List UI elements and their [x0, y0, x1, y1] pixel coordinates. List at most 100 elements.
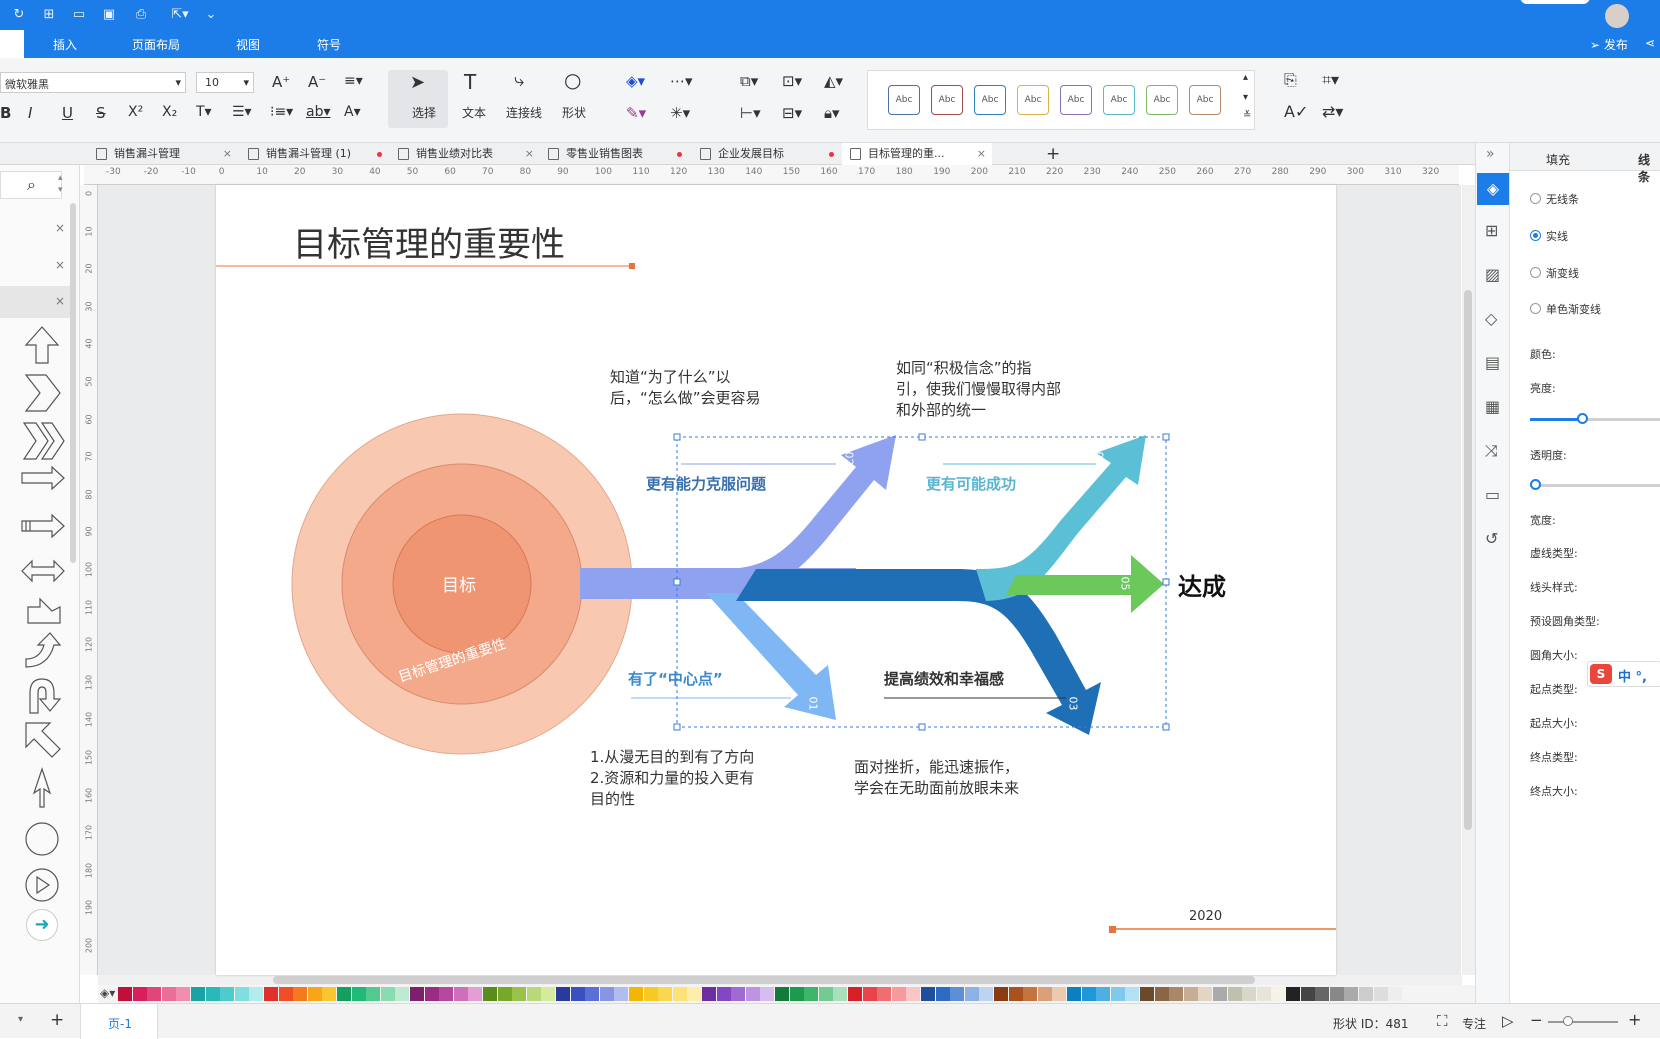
- color-swatch[interactable]: [1329, 987, 1344, 1001]
- color-swatch[interactable]: [132, 987, 147, 1001]
- color-swatch[interactable]: [176, 987, 191, 1001]
- note-3[interactable]: 1.从漫无目的到有了方向 2.资源和力量的投入更有 目的性: [590, 747, 754, 810]
- expand-right-icon[interactable]: »: [1486, 146, 1495, 162]
- color-swatch[interactable]: [1067, 987, 1081, 1001]
- color-swatch[interactable]: [556, 987, 570, 1001]
- center-label[interactable]: 目标: [442, 571, 476, 596]
- distribute-icon[interactable]: ⊟▾: [782, 104, 802, 122]
- data-icon[interactable]: ▦: [1485, 397, 1500, 416]
- color-swatch[interactable]: [1081, 987, 1096, 1001]
- file-tab-stub[interactable]: [0, 30, 24, 58]
- color-swatch[interactable]: [877, 987, 892, 1001]
- color-swatch[interactable]: [541, 987, 556, 1001]
- color-swatch[interactable]: [687, 987, 702, 1001]
- effects-icon[interactable]: ✳▾: [670, 104, 690, 122]
- close-icon[interactable]: ×: [55, 294, 65, 308]
- close-icon[interactable]: ×: [55, 221, 65, 235]
- color-swatch[interactable]: [249, 987, 264, 1001]
- library-item[interactable]: ×: [0, 213, 70, 245]
- color-swatch[interactable]: [453, 987, 468, 1001]
- year-label[interactable]: 2020: [1189, 909, 1222, 924]
- color-swatch[interactable]: [497, 987, 512, 1001]
- color-swatch[interactable]: [118, 987, 132, 1001]
- text-highlight-icon[interactable]: ab▾: [306, 104, 331, 120]
- shape-tool-label[interactable]: 形状: [562, 104, 586, 121]
- radio-mono-gradient[interactable]: [1530, 303, 1541, 314]
- goal-label[interactable]: 达成: [1178, 567, 1226, 602]
- color-swatch[interactable]: [804, 987, 819, 1001]
- find-replace-icon[interactable]: ⎘: [1284, 70, 1297, 90]
- color-swatch[interactable]: [1286, 987, 1300, 1001]
- color-swatch[interactable]: [278, 987, 293, 1001]
- text-tool-icon[interactable]: T: [464, 70, 476, 94]
- add-page-icon[interactable]: +: [50, 1010, 64, 1030]
- color-swatch[interactable]: [1359, 987, 1373, 1001]
- grid-icon[interactable]: ⊞: [1485, 221, 1498, 240]
- style-preset-5[interactable]: Abc: [1060, 85, 1092, 115]
- color-swatch[interactable]: [935, 987, 950, 1001]
- connector-icon[interactable]: ⤷: [514, 70, 524, 91]
- page-icon[interactable]: ▤: [1485, 353, 1500, 372]
- transparency-knob[interactable]: [1530, 479, 1541, 490]
- page-menu-icon[interactable]: ▾: [18, 1014, 23, 1025]
- color-swatch[interactable]: [585, 987, 600, 1001]
- color-swatch[interactable]: [483, 987, 497, 1001]
- color-swatch[interactable]: [1052, 987, 1067, 1001]
- radio-solid[interactable]: [1530, 230, 1541, 241]
- library-item[interactable]: ×: [0, 250, 70, 282]
- text-case-icon[interactable]: T▾: [196, 104, 212, 120]
- menu-symbol[interactable]: 符号: [317, 36, 341, 53]
- color-swatch[interactable]: [672, 987, 687, 1001]
- zoom-in-icon[interactable]: +: [1628, 1010, 1641, 1029]
- color-swatch[interactable]: [833, 987, 848, 1001]
- color-swatch[interactable]: [658, 987, 673, 1001]
- gallery-more-icon[interactable]: ≚: [1243, 110, 1251, 121]
- color-swatch[interactable]: [1008, 987, 1023, 1001]
- color-swatch[interactable]: [1023, 987, 1038, 1001]
- radio-no-line[interactable]: [1530, 193, 1541, 204]
- page-tab[interactable]: 页-1: [80, 1004, 158, 1039]
- color-swatch[interactable]: [891, 987, 906, 1001]
- font-color-icon[interactable]: A▾: [344, 104, 361, 120]
- zoom-knob[interactable]: [1563, 1016, 1573, 1026]
- color-swatch[interactable]: [1242, 987, 1257, 1001]
- color-swatch[interactable]: [716, 987, 731, 1001]
- color-swatch[interactable]: [1256, 987, 1271, 1001]
- color-swatch[interactable]: [395, 987, 410, 1001]
- image-icon[interactable]: ▨: [1485, 265, 1500, 284]
- color-swatch[interactable]: [994, 987, 1008, 1001]
- color-swatch[interactable]: [950, 987, 965, 1001]
- menu-page-layout[interactable]: 页面布局: [132, 36, 180, 53]
- new-icon[interactable]: ⊞: [40, 6, 58, 24]
- color-swatch[interactable]: [643, 987, 658, 1001]
- open-folder-icon[interactable]: ▭: [70, 6, 88, 24]
- color-swatch[interactable]: [220, 987, 235, 1001]
- color-swatch[interactable]: [789, 987, 804, 1001]
- color-swatch[interactable]: [307, 987, 322, 1001]
- branch-label-2[interactable]: 更有可能成功: [926, 473, 1016, 494]
- color-swatch[interactable]: [1154, 987, 1169, 1001]
- crop-icon[interactable]: ⌗▾: [1322, 70, 1339, 90]
- color-swatch[interactable]: [1037, 987, 1052, 1001]
- color-swatch[interactable]: [599, 987, 614, 1001]
- color-swatch[interactable]: [366, 987, 381, 1001]
- bold-icon[interactable]: B: [0, 104, 11, 122]
- color-swatch[interactable]: [526, 987, 541, 1001]
- color-swatch[interactable]: [322, 987, 337, 1001]
- branch-label-1[interactable]: 更有能力克服问题: [646, 473, 766, 494]
- color-swatch[interactable]: [380, 987, 395, 1001]
- color-swatch[interactable]: [351, 987, 366, 1001]
- shape-ellipse-icon[interactable]: ○: [564, 68, 581, 92]
- close-icon[interactable]: ×: [223, 143, 232, 165]
- ime-mode-icon[interactable]: 中 °,: [1618, 666, 1647, 685]
- line-style-icon[interactable]: ⋯▾: [670, 72, 693, 90]
- zoom-slider[interactable]: [1548, 1021, 1618, 1023]
- scroll-down-icon[interactable]: ▾: [58, 185, 63, 195]
- replace-shape-icon[interactable]: ⇄▾: [1322, 102, 1343, 121]
- color-swatch[interactable]: [424, 987, 439, 1001]
- color-swatch[interactable]: [1388, 987, 1403, 1001]
- color-swatch[interactable]: [205, 987, 220, 1001]
- color-swatch[interactable]: [147, 987, 162, 1001]
- presentation-icon[interactable]: ▭: [1485, 485, 1500, 504]
- save-icon[interactable]: ▣: [100, 6, 118, 24]
